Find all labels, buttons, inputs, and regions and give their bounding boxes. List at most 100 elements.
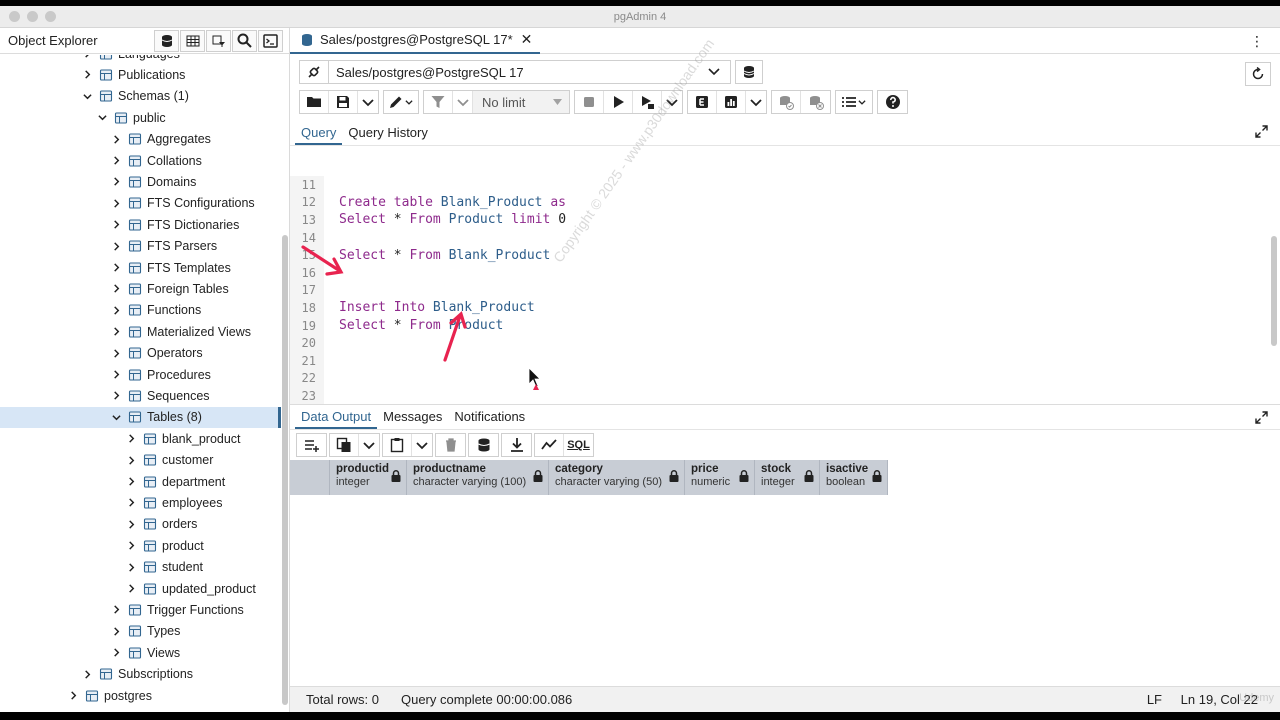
editor-line[interactable]: 17 (290, 282, 1280, 300)
chevron-right-icon[interactable] (111, 348, 121, 358)
tree-node[interactable]: blank_product (0, 428, 281, 449)
paste-options-dropdown[interactable] (412, 434, 432, 456)
more-options-icon[interactable]: ⋮ (1250, 33, 1264, 49)
rollback-button[interactable] (801, 91, 830, 113)
macros-button[interactable] (836, 91, 872, 113)
tree-node[interactable]: product (0, 535, 281, 556)
editor-line[interactable]: 22 (290, 370, 1280, 388)
tree-node[interactable]: Tables (8) (0, 406, 281, 428)
chevron-right-icon[interactable] (126, 584, 136, 594)
chevron-right-icon[interactable] (111, 391, 121, 401)
chevron-right-icon[interactable] (111, 156, 121, 166)
connection-select[interactable]: Sales/postgres@PostgreSQL 17 (329, 60, 731, 84)
minimize-window-button[interactable] (27, 11, 38, 22)
chevron-right-icon[interactable] (111, 263, 121, 273)
chevron-down-icon[interactable] (111, 412, 121, 422)
chevron-right-icon[interactable] (111, 370, 121, 380)
tree-node[interactable]: Collations (0, 150, 281, 171)
tree-node[interactable]: Publications (0, 64, 281, 85)
chevron-right-icon[interactable] (82, 669, 92, 679)
refresh-button[interactable] (1245, 62, 1271, 86)
tree-node[interactable]: FTS Configurations (0, 193, 281, 214)
chevron-right-icon[interactable] (111, 241, 121, 251)
column-header[interactable]: productname character varying (100) (407, 460, 549, 495)
explain-button[interactable] (688, 91, 717, 113)
tree-node[interactable]: Aggregates (0, 129, 281, 150)
chevron-down-icon[interactable] (82, 91, 92, 101)
connection-status-button[interactable] (299, 60, 329, 84)
tree-node[interactable]: public (0, 107, 281, 128)
editor-line[interactable]: 15 Select * From Blank_Product (290, 246, 1280, 264)
chevron-right-icon[interactable] (68, 691, 78, 701)
maximize-window-button[interactable] (45, 11, 56, 22)
chevron-down-icon[interactable] (97, 113, 107, 123)
tree-node[interactable]: Operators (0, 343, 281, 364)
tree-node[interactable]: customer (0, 450, 281, 471)
explain-analyze-button[interactable] (717, 91, 746, 113)
editor-line[interactable]: 20 (290, 334, 1280, 352)
editor-line[interactable]: 23 (290, 387, 1280, 404)
chevron-right-icon[interactable] (126, 541, 136, 551)
maximize-icon[interactable] (1255, 125, 1268, 138)
chevron-right-icon[interactable] (126, 477, 136, 487)
maximize-results-icon[interactable] (1255, 411, 1268, 424)
tree-node[interactable]: FTS Templates (0, 257, 281, 278)
open-file-button[interactable] (300, 91, 329, 113)
tree-node[interactable]: employees (0, 492, 281, 513)
tree-node[interactable]: Types (0, 621, 281, 642)
execute-script-button[interactable] (633, 91, 662, 113)
filter-button[interactable] (424, 91, 453, 113)
copy-button[interactable] (330, 434, 359, 456)
copy-options-dropdown[interactable] (359, 434, 379, 456)
chevron-right-icon[interactable] (111, 220, 121, 230)
tree-node[interactable]: updated_product (0, 578, 281, 599)
editor-line[interactable]: 18 Insert Into Blank_Product (290, 299, 1280, 317)
chevron-right-icon[interactable] (126, 455, 136, 465)
editor-line[interactable]: 13 Select * From Product limit 0 (290, 211, 1280, 229)
chevron-right-icon[interactable] (126, 434, 136, 444)
add-row-button[interactable] (297, 434, 326, 456)
chevron-right-icon[interactable] (82, 70, 92, 80)
chevron-right-icon[interactable] (111, 305, 121, 315)
tree-node[interactable]: Sequences (0, 385, 281, 406)
tree-node[interactable]: FTS Dictionaries (0, 214, 281, 235)
save-data-button[interactable] (469, 434, 498, 456)
psql-tool-button[interactable] (258, 29, 283, 52)
graph-visualiser-button[interactable] (535, 434, 564, 456)
row-limit-select[interactable]: No limit (473, 91, 569, 113)
column-header[interactable]: price numeric (685, 460, 755, 495)
tree-node[interactable]: student (0, 557, 281, 578)
tab-messages[interactable]: Messages (377, 409, 448, 429)
tree-node[interactable]: department (0, 471, 281, 492)
editor-line[interactable]: 12 Create table Blank_Product as (290, 194, 1280, 212)
tree-node[interactable]: Subscriptions (0, 664, 281, 685)
tree-node[interactable]: Materialized Views (0, 321, 281, 342)
tree-node[interactable]: Functions (0, 300, 281, 321)
tab-query-history[interactable]: Query History (342, 125, 433, 145)
chevron-right-icon[interactable] (111, 626, 121, 636)
chevron-right-icon[interactable] (111, 648, 121, 658)
tab-query[interactable]: Query (295, 125, 343, 145)
editor-line[interactable]: 19 Select * From Product (290, 317, 1280, 335)
edit-button[interactable] (384, 91, 418, 113)
chevron-right-icon[interactable] (111, 284, 121, 294)
stop-button[interactable] (575, 91, 604, 113)
tree-node[interactable]: Domains (0, 171, 281, 192)
column-header[interactable]: stock integer (755, 460, 820, 495)
execute-options-dropdown[interactable] (662, 91, 682, 113)
editor-line[interactable]: 16 (290, 264, 1280, 282)
editor-line[interactable]: 21 (290, 352, 1280, 370)
object-explorer-scrollbar[interactable] (282, 55, 288, 712)
tree-node[interactable]: FTS Parsers (0, 236, 281, 257)
tab-notifications[interactable]: Notifications (448, 409, 531, 429)
tree-node[interactable]: Schemas (1) (0, 86, 281, 107)
tree-node[interactable]: Procedures (0, 364, 281, 385)
chevron-right-icon[interactable] (111, 327, 121, 337)
tree-node[interactable]: postgres (0, 685, 281, 706)
save-file-button[interactable] (329, 91, 358, 113)
editor-line[interactable]: 14 (290, 229, 1280, 247)
view-data-button[interactable] (180, 29, 205, 52)
delete-row-button[interactable] (436, 434, 465, 456)
close-icon[interactable]: ✕ (521, 31, 533, 48)
column-header[interactable]: isactive boolean (820, 460, 888, 495)
